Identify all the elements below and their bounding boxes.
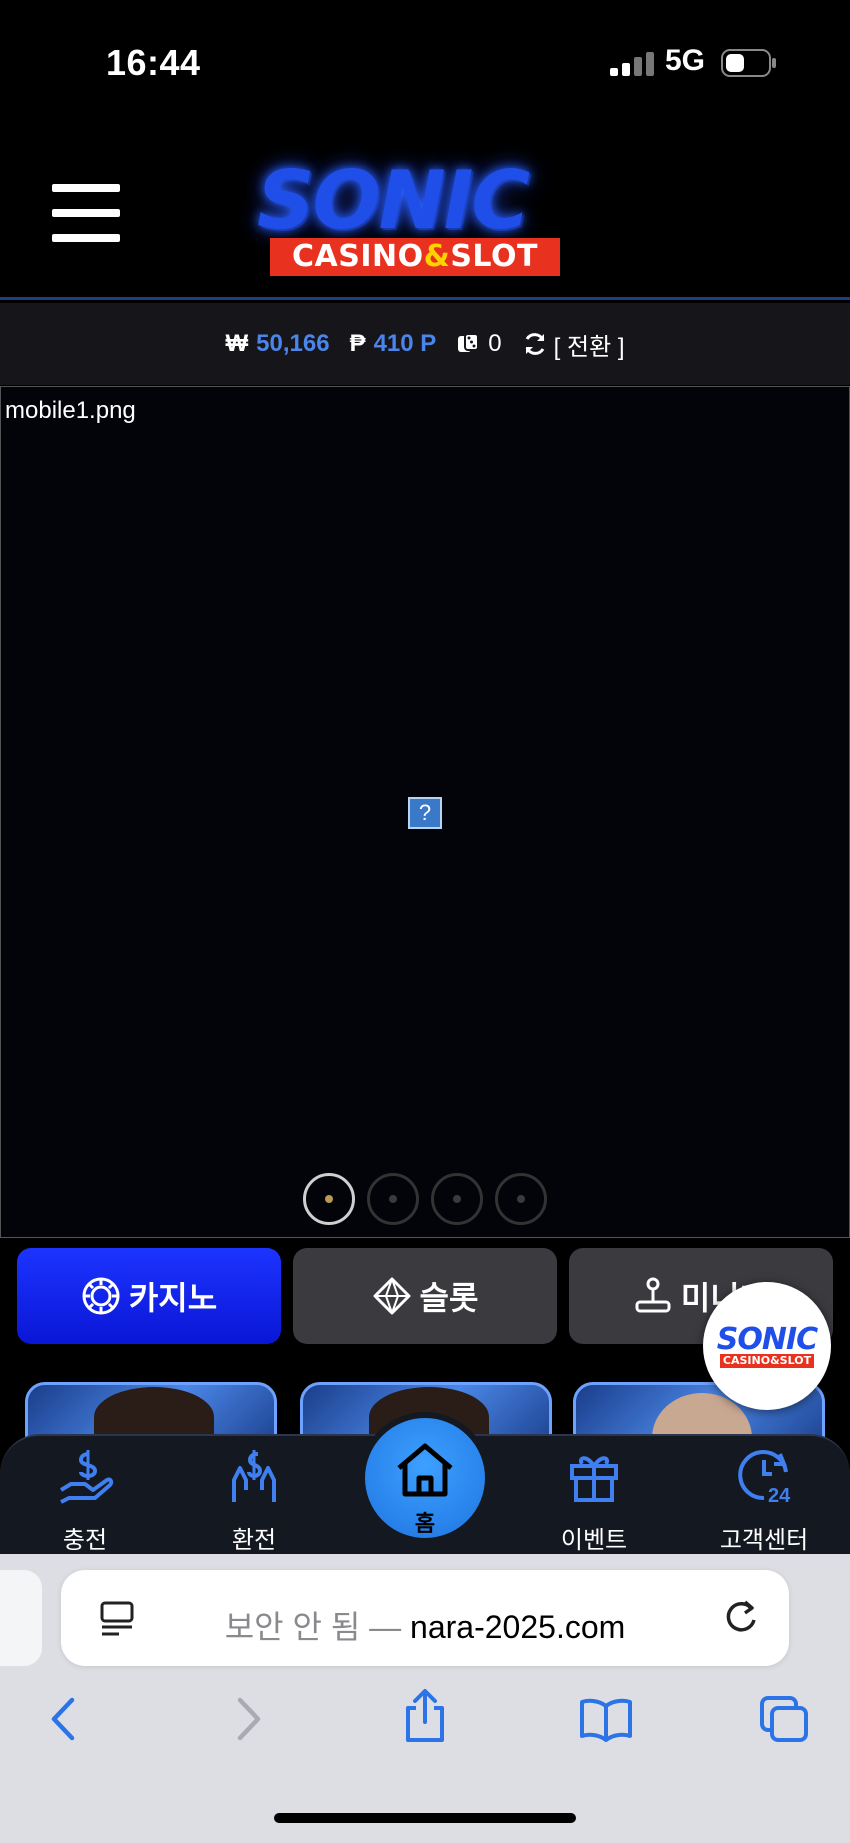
pagination-dot[interactable] xyxy=(303,1173,355,1225)
convert-button[interactable]: [ 전환 ] xyxy=(522,327,625,362)
previous-tab-peek[interactable] xyxy=(0,1570,42,1666)
convert-label: [ 전환 ] xyxy=(553,333,625,361)
nav-support[interactable]: 24 고객센터 xyxy=(704,1436,824,1556)
battery-icon xyxy=(721,49,776,77)
chip-balance: 0 xyxy=(456,330,502,358)
tab-casino[interactable]: 카지노 xyxy=(17,1248,281,1344)
won-icon: ₩ xyxy=(225,330,249,357)
banner-pagination xyxy=(1,1173,849,1225)
nav-event-label: 이벤트 xyxy=(560,1527,628,1554)
home-indicator[interactable] xyxy=(274,1813,576,1823)
menu-bar-icon xyxy=(52,234,120,242)
floating-logo-title: SONIC xyxy=(716,1322,818,1357)
withdraw-icon xyxy=(232,1450,276,1502)
pagination-dot[interactable] xyxy=(495,1173,547,1225)
diamond-icon xyxy=(373,1277,411,1315)
status-bar: 16:44 5G xyxy=(0,0,850,120)
dice-icon xyxy=(458,333,480,352)
nav-deposit[interactable]: 충전 xyxy=(25,1436,145,1556)
point-balance: ₱ 410 P xyxy=(350,330,437,358)
cellular-signal-icon xyxy=(610,52,654,76)
back-icon[interactable] xyxy=(44,1694,84,1744)
joystick-icon xyxy=(635,1277,671,1313)
forward-icon[interactable] xyxy=(228,1694,268,1744)
tab-slot-label: 슬롯 xyxy=(419,1280,479,1316)
site-header: SONIC CASINO&SLOT xyxy=(0,120,850,300)
address-bar[interactable]: 보안 안 됨 — nara-2025.com xyxy=(61,1570,789,1666)
chip-balance-value: 0 xyxy=(488,330,502,357)
pagination-dot[interactable] xyxy=(367,1173,419,1225)
logo-title: SONIC xyxy=(257,154,530,247)
browser-toolbar: 보안 안 됨 — nara-2025.com xyxy=(0,1554,850,1843)
chip-icon xyxy=(82,1277,120,1315)
status-time: 16:44 xyxy=(106,42,201,83)
menu-bar-icon xyxy=(52,184,120,192)
security-warning: 보안 안 됨 — xyxy=(224,1609,402,1645)
cash-balance-value: 50,166 xyxy=(256,330,330,357)
pagination-dot[interactable] xyxy=(431,1173,483,1225)
domain-text: nara-2025.com xyxy=(410,1609,626,1645)
address-text: 보안 안 됨 — nara-2025.com xyxy=(61,1602,789,1648)
floating-logo-button[interactable]: SONIC CASINO&SLOT xyxy=(703,1282,831,1410)
logo-subtitle: CASINO&SLOT xyxy=(270,238,560,276)
network-type: 5G xyxy=(665,44,706,77)
cash-balance: ₩ 50,166 xyxy=(226,330,330,358)
home-icon xyxy=(397,1443,453,1497)
svg-text:24: 24 xyxy=(768,1485,791,1506)
bookmarks-icon[interactable] xyxy=(578,1696,634,1742)
tabs-icon[interactable] xyxy=(758,1694,810,1744)
deposit-icon xyxy=(59,1450,114,1504)
main-banner[interactable]: mobile1.png ? xyxy=(0,386,850,1238)
nav-event[interactable]: 이벤트 xyxy=(534,1436,654,1556)
nav-home-button[interactable]: 홈 xyxy=(359,1412,491,1544)
share-icon[interactable] xyxy=(400,1688,450,1744)
floating-logo-sub: CASINO&SLOT xyxy=(720,1354,814,1368)
site-logo[interactable]: SONIC CASINO&SLOT xyxy=(235,156,595,276)
gift-icon xyxy=(570,1456,618,1502)
point-balance-value: 410 P xyxy=(373,330,437,357)
point-icon: ₱ xyxy=(349,330,366,357)
nav-withdraw-label: 환전 xyxy=(231,1527,277,1554)
tab-slot[interactable]: 슬롯 xyxy=(293,1248,557,1344)
broken-image-icon: ? xyxy=(408,797,442,829)
nav-deposit-label: 충전 xyxy=(62,1527,108,1554)
banner-alt-text: mobile1.png xyxy=(5,397,136,424)
menu-bar-icon xyxy=(52,209,120,217)
nav-withdraw[interactable]: 환전 xyxy=(194,1436,314,1556)
balance-bar: ₩ 50,166 ₱ 410 P 0 [ 전환 ] xyxy=(0,303,850,385)
refresh-icon xyxy=(525,333,545,355)
nav-support-label: 고객센터 xyxy=(719,1527,809,1554)
nav-home-label: 홈 xyxy=(414,1511,436,1536)
hamburger-menu-button[interactable] xyxy=(52,184,120,242)
reload-icon[interactable] xyxy=(721,1598,761,1638)
tab-casino-label: 카지노 xyxy=(128,1280,218,1316)
support-24-icon: 24 xyxy=(738,1450,791,1506)
